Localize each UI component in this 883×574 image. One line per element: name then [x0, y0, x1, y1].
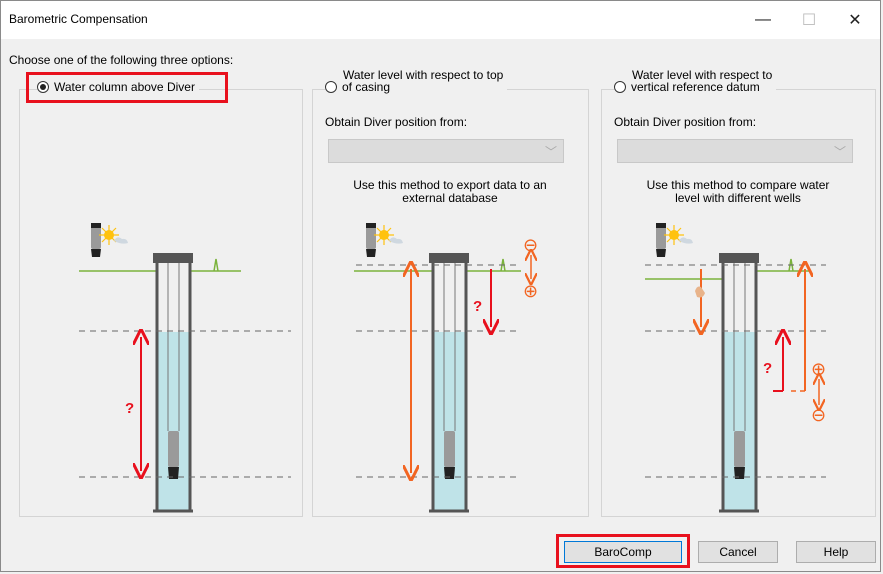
barometric-compensation-dialog: Barometric Compensation — ☐ ✕ Choose one…	[0, 0, 881, 572]
well-diagrams: ? ? ⊖ ⊕ ? ⊕ ⊖	[79, 222, 826, 513]
question-mark: ?	[125, 400, 134, 417]
diagram-reference-datum: ? ⊕ ⊖	[645, 222, 826, 513]
hand-pointer-icon	[695, 286, 705, 298]
help-button[interactable]: Help	[796, 541, 876, 563]
diver-sun-icon	[655, 222, 694, 258]
cancel-button[interactable]: Cancel	[698, 541, 778, 563]
question-mark: ?	[763, 360, 772, 377]
diver-sun-icon	[365, 222, 404, 258]
diagram-water-column: ?	[79, 222, 291, 513]
question-mark: ?	[473, 298, 482, 315]
plus-sign: ⊕	[811, 359, 826, 379]
barocomp-button[interactable]: BaroComp	[564, 541, 682, 563]
minus-sign: ⊖	[523, 235, 538, 255]
minus-sign: ⊖	[811, 405, 826, 425]
diver-sun-icon	[90, 222, 129, 258]
diagram-top-of-casing: ? ⊖ ⊕	[354, 222, 538, 513]
plus-sign: ⊕	[523, 281, 538, 301]
